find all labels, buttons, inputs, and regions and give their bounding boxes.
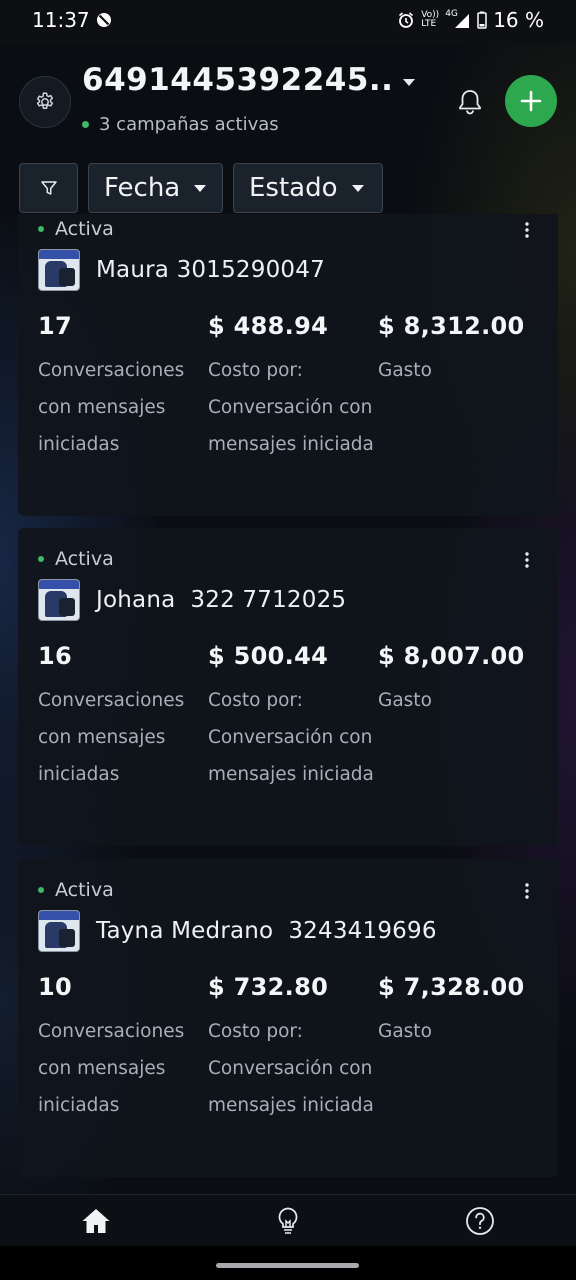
volte-indicator: Vo)) LTE	[421, 10, 440, 29]
status-filter-dropdown[interactable]: Estado	[233, 163, 383, 213]
metric-cost-per-result: $ 500.44 Costo por: Conversación con men…	[208, 642, 378, 793]
status-time: 11:37	[32, 8, 90, 32]
chevron-down-icon	[194, 184, 207, 192]
status-bar: 11:37 Vo)) LTE 4G 16 %	[0, 0, 576, 44]
campaign-status-label: Activa	[55, 218, 114, 240]
metric-cost-per-result: $ 732.80 Costo por: Conversación con men…	[208, 973, 378, 1124]
campaign-thumbnail	[38, 579, 80, 621]
results-label: Conversaciones con mensajes iniciadas	[38, 690, 185, 785]
more-options-icon[interactable]	[519, 881, 535, 901]
settings-button[interactable]	[19, 76, 71, 128]
more-options-icon[interactable]	[519, 550, 535, 570]
do-not-disturb-icon	[97, 13, 111, 27]
bottom-navigation	[0, 1194, 576, 1247]
campaign-status: Activa	[38, 548, 114, 570]
spend-label: Gasto	[378, 690, 432, 711]
campaign-name: Maura 3015290047	[96, 257, 325, 283]
results-label: Conversaciones con mensajes iniciadas	[38, 1021, 185, 1116]
nav-insights[interactable]	[272, 1205, 304, 1237]
spend-value: $ 7,328.00	[378, 973, 525, 1001]
notifications-bell-icon[interactable]	[454, 86, 486, 118]
signal-indicator: 4G	[445, 10, 471, 30]
filter-icon	[40, 181, 57, 195]
system-navigation-bar	[0, 1246, 576, 1280]
campaign-thumbnail	[38, 249, 80, 291]
spend-label: Gasto	[378, 360, 432, 381]
campaign-card[interactable]: Activa Tayna Medrano 3243419696 10 Conve…	[18, 859, 558, 1177]
campaign-card[interactable]: Activa Johana 322 7712025 16 Conversacio…	[18, 528, 558, 846]
status-dot	[38, 226, 44, 232]
metric-spend: $ 7,328.00 Gasto	[378, 973, 548, 1050]
metric-results: 17 Conversaciones con mensajes iniciadas	[38, 312, 208, 463]
status-right: Vo)) LTE 4G 16 %	[397, 8, 544, 32]
cost-per-value: $ 488.94	[208, 312, 329, 340]
spend-value: $ 8,312.00	[378, 312, 525, 340]
spend-label: Gasto	[378, 1021, 432, 1042]
spend-value: $ 8,007.00	[378, 642, 525, 670]
cost-per-label: Costo por: Conversación con mensajes ini…	[208, 690, 374, 785]
results-value: 16	[38, 642, 72, 670]
campaign-card[interactable]: Activa Maura 3015290047 17 Conversacione…	[18, 214, 558, 516]
lightbulb-icon	[278, 1207, 298, 1234]
account-title[interactable]: 6491445392245..	[82, 62, 393, 98]
home-gesture-handle[interactable]	[216, 1263, 359, 1268]
battery-percentage: 16 %	[493, 8, 544, 32]
home-icon	[82, 1209, 110, 1233]
active-campaigns-status: 3 campañas activas	[82, 114, 279, 135]
alarm-icon	[399, 12, 414, 28]
campaign-thumbnail	[38, 910, 80, 952]
help-icon	[466, 1207, 494, 1235]
date-filter-label: Fecha	[104, 173, 181, 203]
cost-per-label: Costo por: Conversación con mensajes ini…	[208, 360, 374, 455]
create-campaign-button[interactable]	[505, 75, 557, 127]
campaign-name: Johana 322 7712025	[96, 587, 347, 613]
cost-per-value: $ 500.44	[208, 642, 329, 670]
nav-help[interactable]	[464, 1205, 496, 1237]
cost-per-value: $ 732.80	[208, 973, 329, 1001]
cost-per-label: Costo por: Conversación con mensajes ini…	[208, 1021, 374, 1116]
date-filter-dropdown[interactable]: Fecha	[88, 163, 223, 213]
status-dot	[38, 556, 44, 562]
results-value: 17	[38, 312, 72, 340]
metric-cost-per-result: $ 488.94 Costo por: Conversación con men…	[208, 312, 378, 463]
metric-spend: $ 8,312.00 Gasto	[378, 312, 548, 389]
campaign-status-label: Activa	[55, 879, 114, 901]
more-options-icon[interactable]	[519, 220, 535, 240]
active-campaigns-text: 3 campañas activas	[99, 114, 279, 135]
signal-icon	[455, 14, 470, 28]
metric-results: 16 Conversaciones con mensajes iniciadas	[38, 642, 208, 793]
status-dot	[82, 121, 89, 128]
status-filter-label: Estado	[249, 173, 338, 203]
campaign-status: Activa	[38, 218, 114, 240]
results-label: Conversaciones con mensajes iniciadas	[38, 360, 185, 455]
campaign-status: Activa	[38, 879, 114, 901]
gear-icon	[36, 92, 54, 109]
campaign-status-label: Activa	[55, 548, 114, 570]
plus-icon	[520, 90, 542, 112]
campaign-name: Tayna Medrano 3243419696	[96, 918, 437, 944]
campaign-list[interactable]: Activa Maura 3015290047 17 Conversacione…	[0, 214, 576, 1194]
nav-home[interactable]	[80, 1205, 112, 1237]
status-dot	[38, 887, 44, 893]
filter-button[interactable]	[19, 163, 78, 213]
results-value: 10	[38, 973, 72, 1001]
metric-results: 10 Conversaciones con mensajes iniciadas	[38, 973, 208, 1124]
account-dropdown-icon[interactable]	[402, 78, 416, 88]
battery-icon	[477, 11, 487, 29]
chevron-down-icon	[351, 184, 364, 192]
metric-spend: $ 8,007.00 Gasto	[378, 642, 548, 719]
